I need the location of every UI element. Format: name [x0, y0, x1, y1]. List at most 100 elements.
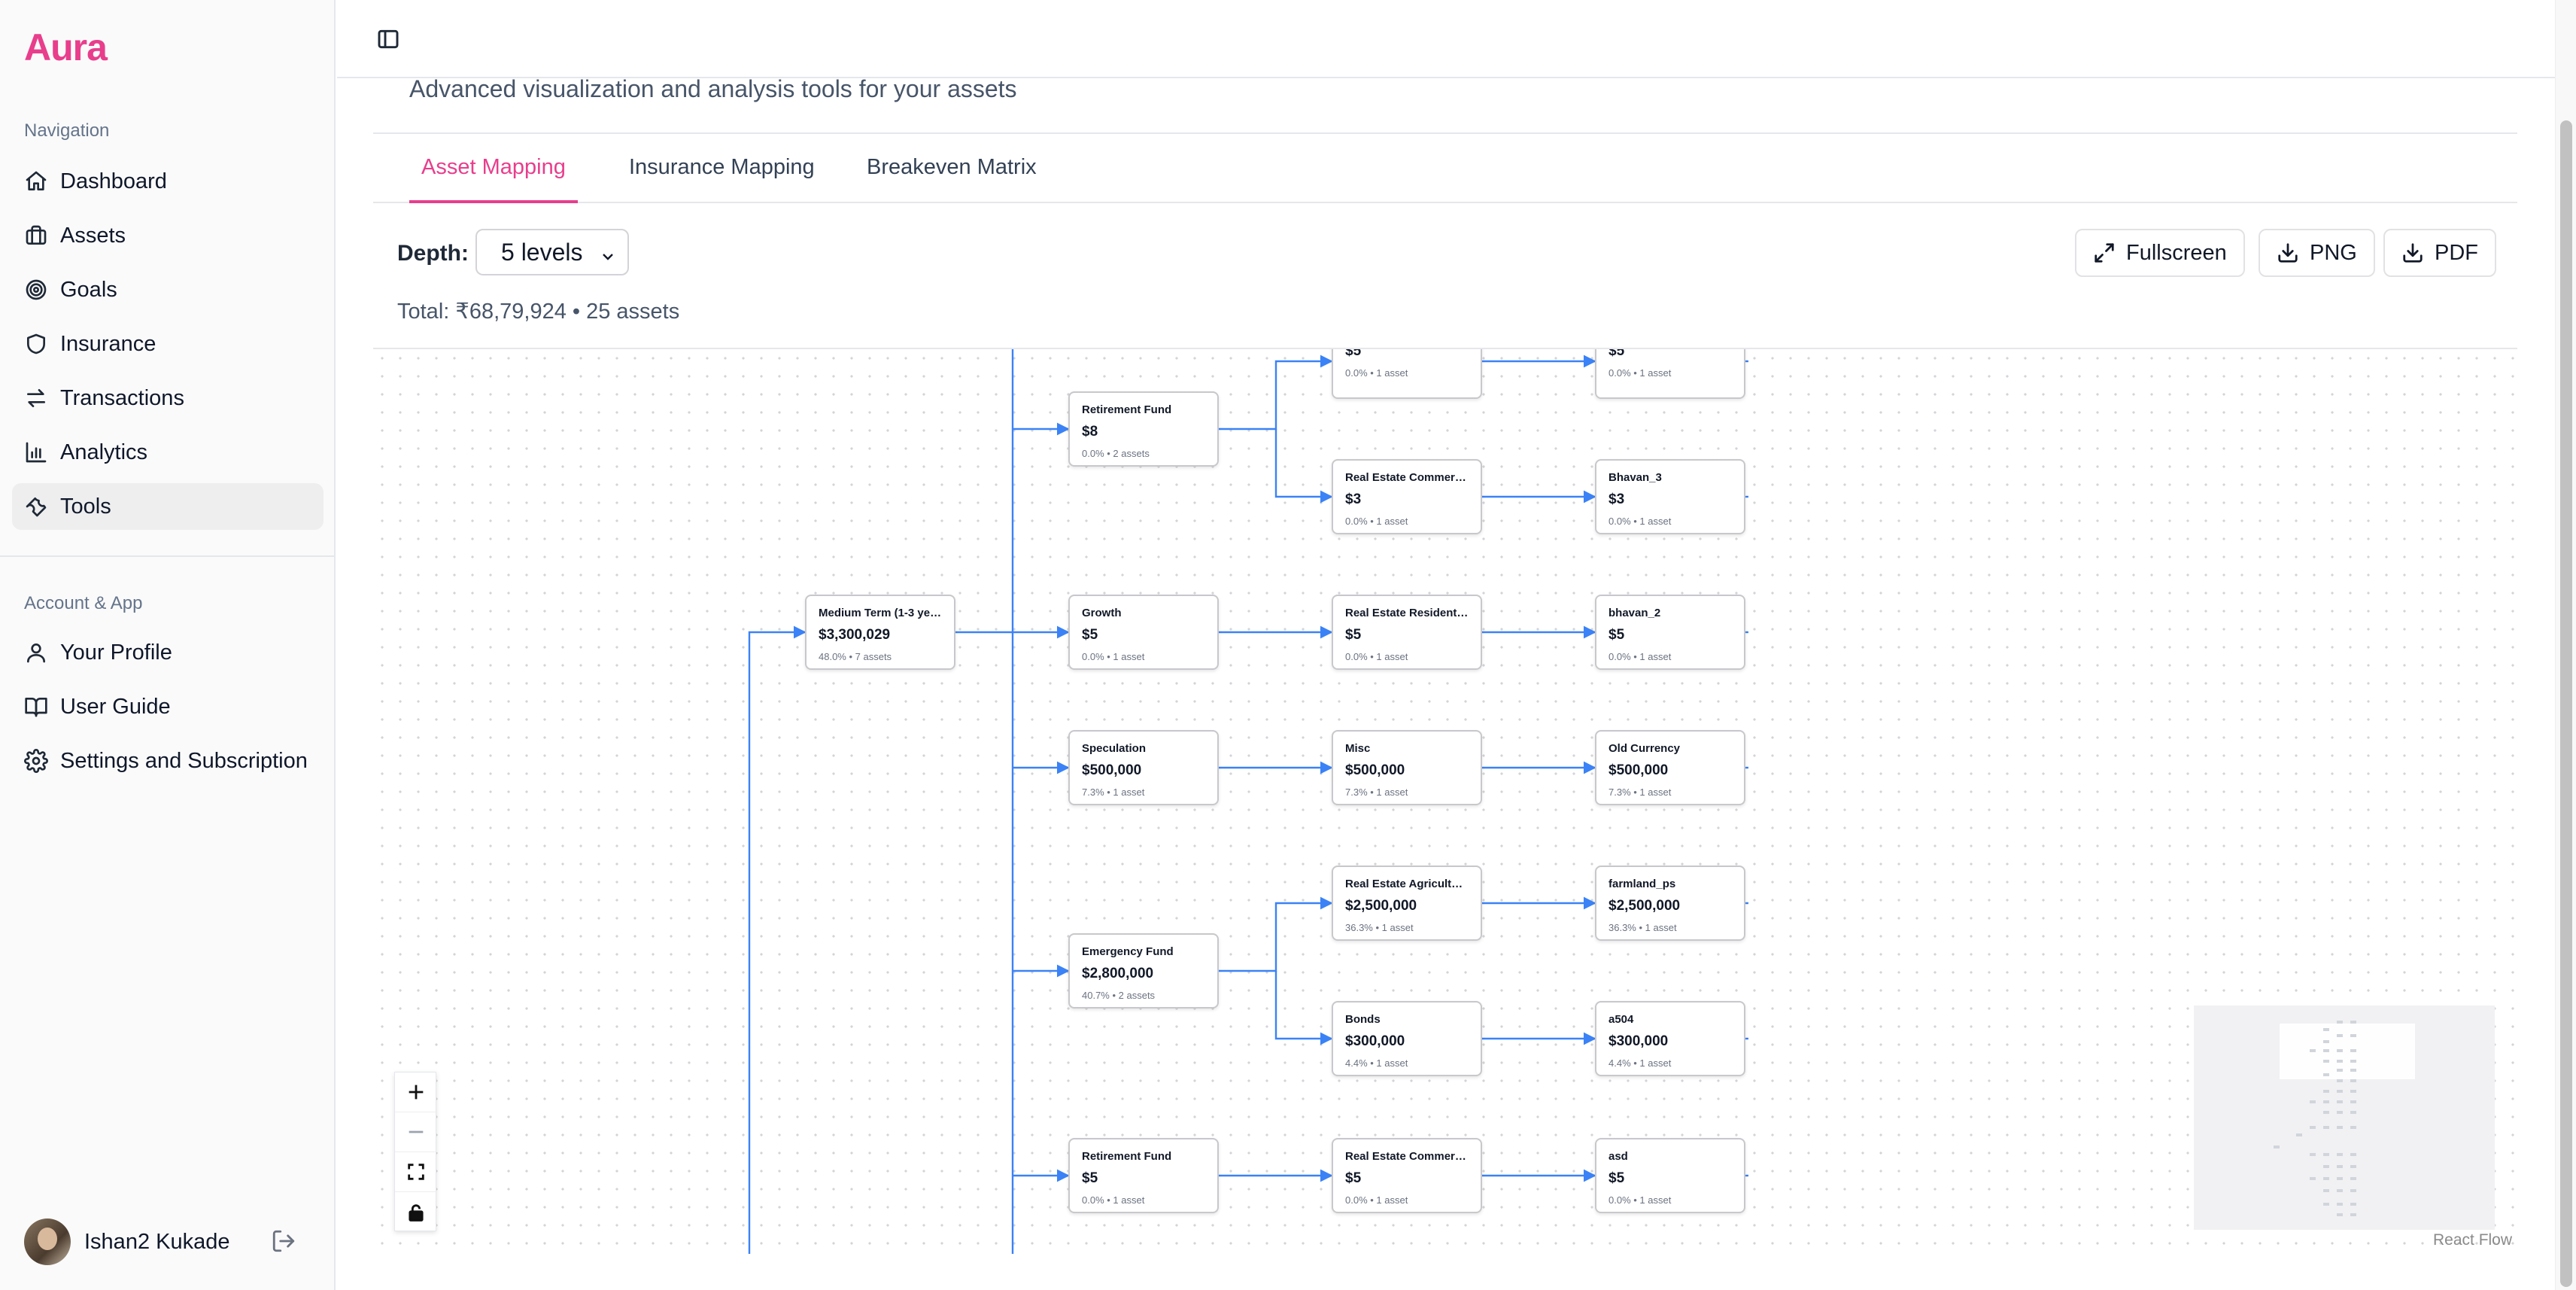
node-value: $5 — [1608, 1170, 1625, 1186]
fullscreen-button[interactable]: Fullscreen — [2075, 229, 2245, 277]
tab-breakeven-matrix[interactable]: Breakeven Matrix — [867, 155, 1037, 203]
flow-node-speculation[interactable]: Speculation $500,000 7.3% • 1 asset — [1068, 730, 1219, 805]
arrows-exchange-icon — [27, 389, 45, 407]
sidebar-item-transactions[interactable]: Transactions — [12, 375, 324, 421]
node-title: a504 — [1608, 1013, 1634, 1026]
flow-node-real-estate-commercial[interactable]: Real Estate Commercial $3 0.0% • 1 asset — [1332, 459, 1482, 534]
sidebar-item-goals[interactable]: Goals — [12, 266, 324, 313]
sidebar-item-user-guide[interactable]: User Guide — [12, 683, 324, 730]
panel-left-icon — [378, 29, 399, 49]
node-title: bhavan_2 — [1608, 607, 1661, 619]
node-title: Real Estate Commercial — [1345, 471, 1469, 484]
flow-node-emergency-fund[interactable]: Emergency Fund $2,800,000 40.7% • 2 asse… — [1068, 933, 1219, 1009]
node-value: $5 — [1082, 1170, 1098, 1186]
nav-section-title: Navigation — [24, 120, 110, 141]
node-title: Misc — [1345, 742, 1371, 755]
sidebar-item-label: Analytics — [60, 440, 148, 464]
flow-node-level3[interactable]: $5 0.0% • 1 asset — [1332, 349, 1482, 399]
node-meta: 0.0% • 1 asset — [1345, 651, 1408, 662]
fit-view-icon — [408, 1164, 424, 1180]
node-meta: 0.0% • 1 asset — [1082, 651, 1145, 662]
briefcase-icon — [26, 225, 47, 245]
node-meta: 48.0% • 7 assets — [819, 651, 892, 662]
shield-icon — [27, 333, 45, 354]
export-png-button[interactable]: PNG — [2259, 229, 2375, 277]
export-pdf-button[interactable]: PDF — [2383, 229, 2496, 277]
lock-button[interactable] — [395, 1192, 437, 1232]
flow-node-medium-term[interactable]: Medium Term (1-3 yea... $3,300,029 48.0%… — [805, 595, 955, 670]
flow-node-old-currency[interactable]: Old Currency $500,000 7.3% • 1 asset — [1595, 730, 1745, 805]
flow-node-bhavan-3[interactable]: Bhavan_3 $3 0.0% • 1 asset — [1595, 459, 1745, 534]
flow-node-a504[interactable]: a504 $300,000 4.4% • 1 asset — [1595, 1001, 1745, 1076]
node-value: $500,000 — [1082, 762, 1142, 778]
sidebar-item-dashboard[interactable]: Dashboard — [12, 158, 324, 205]
sidebar-item-profile[interactable]: Your Profile — [12, 629, 324, 676]
bar-chart-icon — [26, 442, 47, 463]
flow-node-growth[interactable]: Growth $5 0.0% • 1 asset — [1068, 595, 1219, 670]
node-meta: 0.0% • 1 asset — [1345, 367, 1408, 379]
zoom-in-button[interactable] — [395, 1072, 437, 1112]
flow-node-real-estate-residential[interactable]: Real Estate Residential $5 0.0% • 1 asse… — [1332, 595, 1482, 670]
expand-icon — [2095, 243, 2114, 263]
flow-node-retirement-fund[interactable]: Retirement Fund $5 0.0% • 1 asset — [1068, 1138, 1219, 1213]
sidebar-toggle-button[interactable] — [376, 27, 400, 51]
flow-node-real-estate-commercial[interactable]: Real Estate Commercial $5 0.0% • 1 asset — [1332, 1138, 1482, 1213]
tab-insurance-mapping[interactable]: Insurance Mapping — [629, 155, 815, 203]
node-value: $5 — [1608, 627, 1625, 643]
depth-select[interactable]: 5 levels — [475, 229, 629, 275]
user-name: Ishan2 Kukade — [84, 1229, 230, 1254]
page-scrollbar[interactable] — [2555, 0, 2576, 1290]
node-meta: 0.0% • 1 asset — [1608, 1194, 1672, 1206]
flow-node-real-estate-agricultural[interactable]: Real Estate Agricultural $2,500,000 36.3… — [1332, 866, 1482, 941]
app-logo[interactable]: Aura — [24, 26, 108, 69]
flow-node-farmland-ps[interactable]: farmland_ps $2,500,000 36.3% • 1 asset — [1595, 866, 1745, 941]
minimap-nodes — [2274, 1021, 2356, 1216]
user-profile-row[interactable]: Ishan2 Kukade — [24, 1218, 302, 1266]
flow-node-asd[interactable]: asd $5 0.0% • 1 asset — [1595, 1138, 1745, 1213]
gear-icon — [24, 749, 48, 773]
sidebar-item-tools[interactable]: Tools — [12, 483, 324, 530]
home-icon — [26, 171, 47, 190]
node-meta: 0.0% • 1 asset — [1608, 651, 1672, 662]
node-title: Retirement Fund — [1082, 1150, 1172, 1163]
pdf-label: PDF — [2435, 240, 2478, 265]
flow-minimap[interactable] — [2194, 1006, 2495, 1230]
sidebar-item-label: Insurance — [60, 331, 156, 356]
total-summary: Total: ₹68,79,924 • 25 assets — [397, 300, 680, 324]
lock-icon — [409, 1203, 424, 1222]
tab-label: Asset Mapping — [421, 155, 566, 179]
flow-node-level4[interactable]: $5 0.0% • 1 asset — [1595, 349, 1745, 399]
tab-asset-mapping[interactable]: Asset Mapping — [409, 155, 578, 203]
flow-node-bonds[interactable]: Bonds $300,000 4.4% • 1 asset — [1332, 1001, 1482, 1076]
react-flow-attribution[interactable]: React Flow — [2433, 1231, 2512, 1249]
scrollbar-thumb[interactable] — [2560, 120, 2572, 1287]
node-meta: 0.0% • 1 asset — [1345, 516, 1408, 527]
node-value: $3 — [1345, 491, 1362, 507]
png-label: PNG — [2310, 240, 2357, 265]
sidebar-item-insurance[interactable]: Insurance — [12, 321, 324, 367]
sidebar-item-label: Goals — [60, 277, 117, 302]
node-meta: 0.0% • 1 asset — [1608, 516, 1672, 527]
node-title: Old Currency — [1608, 742, 1681, 755]
sidebar-item-label: Your Profile — [60, 640, 172, 665]
flow-node-retirement-fund[interactable]: Retirement Fund $8 0.0% • 2 assets — [1068, 391, 1219, 467]
node-meta: 7.3% • 1 asset — [1082, 786, 1145, 798]
avatar[interactable] — [24, 1219, 71, 1265]
tab-label: Insurance Mapping — [629, 155, 815, 179]
fullscreen-label: Fullscreen — [2126, 240, 2227, 265]
logout-button[interactable] — [271, 1228, 296, 1254]
flow-node-bhavan-2[interactable]: bhavan_2 $5 0.0% • 1 asset — [1595, 595, 1745, 670]
zoom-out-button[interactable] — [395, 1112, 437, 1152]
sidebar-item-settings[interactable]: Settings and Subscription — [12, 738, 324, 784]
sidebar-item-label: Tools — [60, 494, 111, 519]
chevron-down-icon — [599, 244, 617, 262]
sidebar-item-analytics[interactable]: Analytics — [12, 429, 324, 476]
node-value: $5 — [1082, 627, 1098, 643]
edge — [1274, 971, 1333, 1045]
flow-node-misc[interactable]: Misc $500,000 7.3% • 1 asset — [1332, 730, 1482, 805]
fit-view-button[interactable] — [395, 1152, 437, 1192]
sidebar-item-assets[interactable]: Assets — [12, 212, 324, 259]
node-value: $2,500,000 — [1345, 898, 1417, 914]
depth-label: Depth: — [397, 241, 469, 266]
node-title: Retirement Fund — [1082, 403, 1172, 416]
